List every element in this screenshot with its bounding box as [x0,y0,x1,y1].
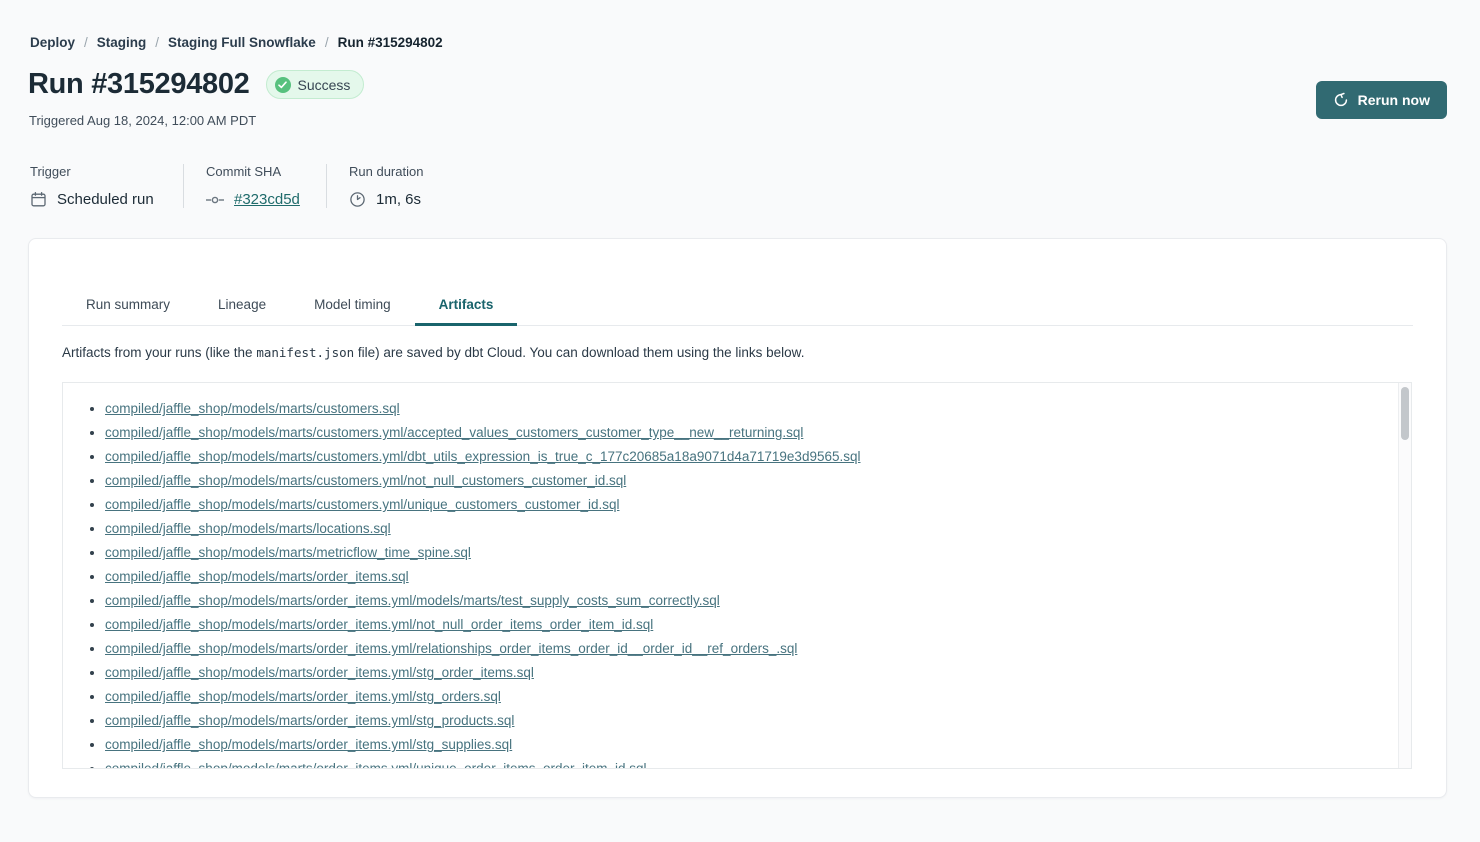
artifact-list-item: compiled/jaffle_shop/models/marts/order_… [105,709,1391,733]
artifact-list-item: compiled/jaffle_shop/models/marts/custom… [105,397,1391,421]
artifacts-list: compiled/jaffle_shop/models/marts/custom… [63,383,1411,769]
artifact-link[interactable]: compiled/jaffle_shop/models/marts/order_… [105,569,409,584]
commit-sha-link[interactable]: #323cd5d [234,191,300,208]
rerun-now-label: Rerun now [1358,92,1430,108]
run-duration-value: 1m, 6s [376,191,421,208]
breadcrumb-staging[interactable]: Staging [97,35,147,50]
success-check-icon [275,77,291,93]
refresh-icon [1333,92,1349,108]
artifact-link[interactable]: compiled/jaffle_shop/models/marts/order_… [105,641,797,656]
artifact-link[interactable]: compiled/jaffle_shop/models/marts/order_… [105,737,512,752]
artifact-link[interactable]: compiled/jaffle_shop/models/marts/locati… [105,521,391,536]
commit-sha-label: Commit SHA [206,164,304,179]
artifacts-description: Artifacts from your runs (like the manif… [62,345,1413,360]
scrollbar-track[interactable] [1398,383,1411,768]
artifact-list-item: compiled/jaffle_shop/models/marts/order_… [105,661,1391,685]
trigger-value: Scheduled run [57,191,154,208]
status-label: Success [298,77,351,93]
artifact-link[interactable]: compiled/jaffle_shop/models/marts/order_… [105,713,514,728]
artifact-link[interactable]: compiled/jaffle_shop/models/marts/order_… [105,665,534,680]
artifact-list-item: compiled/jaffle_shop/models/marts/locati… [105,517,1391,541]
status-badge: Success [266,70,365,99]
clock-icon [349,191,366,208]
page-title: Run #315294802 [28,68,250,101]
breadcrumb-job[interactable]: Staging Full Snowflake [168,35,316,50]
meta-commit: Commit SHA #323cd5d [206,164,304,208]
artifact-link[interactable]: compiled/jaffle_shop/models/marts/custom… [105,401,400,416]
git-commit-icon [206,195,224,205]
manifest-json-code: manifest.json [256,345,354,360]
meta-duration: Run duration 1m, 6s [349,164,423,208]
tab-artifacts[interactable]: Artifacts [415,288,518,325]
artifact-link[interactable]: compiled/jaffle_shop/models/marts/metric… [105,545,471,560]
breadcrumb: Deploy / Staging / Staging Full Snowflak… [30,35,443,50]
artifact-list-item: compiled/jaffle_shop/models/marts/metric… [105,541,1391,565]
breadcrumb-separator: / [155,35,159,50]
tab-lineage[interactable]: Lineage [194,288,290,325]
artifact-link[interactable]: compiled/jaffle_shop/models/marts/custom… [105,473,626,488]
artifacts-description-text: Artifacts from your runs (like the [62,345,256,360]
tab-model-timing[interactable]: Model timing [290,288,415,325]
artifact-link[interactable]: compiled/jaffle_shop/models/marts/order_… [105,761,647,769]
scrollbar-thumb[interactable] [1401,387,1409,440]
artifact-link[interactable]: compiled/jaffle_shop/models/marts/custom… [105,497,619,512]
artifact-list-item: compiled/jaffle_shop/models/marts/custom… [105,445,1391,469]
divider [326,164,327,208]
header: Run #315294802 Success [28,68,364,101]
trigger-label: Trigger [30,164,161,179]
artifact-list-item: compiled/jaffle_shop/models/marts/order_… [105,733,1391,757]
artifact-list-item: compiled/jaffle_shop/models/marts/order_… [105,757,1391,769]
artifact-link[interactable]: compiled/jaffle_shop/models/marts/order_… [105,689,501,704]
triggered-timestamp: Triggered Aug 18, 2024, 12:00 AM PDT [29,113,256,128]
artifact-list-item: compiled/jaffle_shop/models/marts/custom… [105,469,1391,493]
artifact-list-item: compiled/jaffle_shop/models/marts/order_… [105,685,1391,709]
run-meta: Trigger Scheduled run Commit SHA #323cd5… [30,164,423,208]
breadcrumb-separator: / [84,35,88,50]
meta-trigger: Trigger Scheduled run [30,164,161,208]
artifact-list-item: compiled/jaffle_shop/models/marts/custom… [105,421,1391,445]
calendar-icon [30,191,47,208]
artifact-link[interactable]: compiled/jaffle_shop/models/marts/custom… [105,425,803,440]
artifact-link[interactable]: compiled/jaffle_shop/models/marts/custom… [105,449,861,464]
tab-run-summary[interactable]: Run summary [62,288,194,325]
artifacts-description-text: file) are saved by dbt Cloud. You can do… [354,345,804,360]
artifact-link[interactable]: compiled/jaffle_shop/models/marts/order_… [105,593,720,608]
breadcrumb-deploy[interactable]: Deploy [30,35,75,50]
breadcrumb-separator: / [325,35,329,50]
run-detail-card: Run summary Lineage Model timing Artifac… [28,238,1447,798]
artifact-list-item: compiled/jaffle_shop/models/marts/order_… [105,589,1391,613]
breadcrumb-run: Run #315294802 [338,35,443,50]
artifact-list-item: compiled/jaffle_shop/models/marts/order_… [105,565,1391,589]
artifacts-list-container: compiled/jaffle_shop/models/marts/custom… [62,382,1412,769]
artifact-list-item: compiled/jaffle_shop/models/marts/order_… [105,637,1391,661]
run-duration-label: Run duration [349,164,423,179]
artifact-list-item: compiled/jaffle_shop/models/marts/custom… [105,493,1391,517]
artifact-list-item: compiled/jaffle_shop/models/marts/order_… [105,613,1391,637]
divider [183,164,184,208]
artifact-link[interactable]: compiled/jaffle_shop/models/marts/order_… [105,617,653,632]
rerun-now-button[interactable]: Rerun now [1316,81,1447,119]
tab-bar: Run summary Lineage Model timing Artifac… [62,288,1413,326]
